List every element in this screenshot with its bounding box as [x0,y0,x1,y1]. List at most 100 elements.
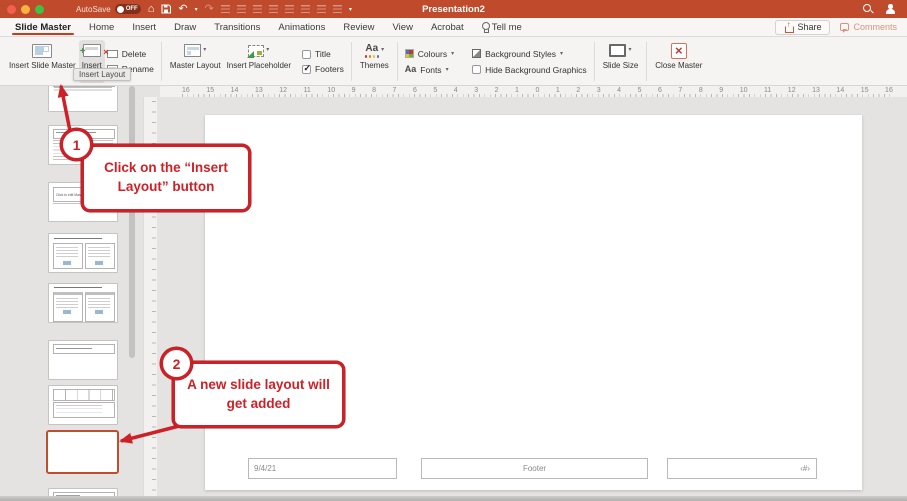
themes-icon: Aa [365,44,380,58]
master-layout-icon [184,44,201,57]
slide-layout-thumbnail-7[interactable] [48,385,118,425]
slide-layout-thumbnail-8-selected[interactable] [46,430,119,474]
insert-slide-master-icon [32,44,52,58]
autosave-state: OFF [126,6,138,12]
delete-button[interactable]: Delete [105,48,156,60]
background-styles-icon [472,49,481,58]
date-placeholder[interactable]: 9/4/21 [248,458,397,479]
date-placeholder-text: 9/4/21 [254,464,276,473]
menu-tabs: Slide Master Home Insert Draw Transitions Ani… [0,18,531,36]
themes-label: Themes [360,61,389,70]
step1-callout: Click on the “Insert Layout” button [81,144,251,212]
share-label: Share [797,22,821,32]
delete-icon [107,50,118,59]
insert-placeholder-label: Insert Placeholder [227,61,291,70]
tab-label: Acrobat [431,22,464,33]
slide-layout-thumbnail-5[interactable] [48,283,118,323]
tab-label: Insert [132,22,156,33]
toolbar-overflow-icon[interactable]: ▾ [349,6,352,13]
slide-layout-thumbnail-6[interactable] [48,340,118,380]
title-checkbox[interactable]: Title [300,48,346,60]
tab-draw[interactable]: Draw [165,18,205,36]
home-icon[interactable]: ⌂ [148,4,155,15]
slide-layout-thumbnail-1[interactable]: Click to edit Master title style [48,86,118,112]
insert-layout-tooltip: Insert Layout [73,68,131,81]
format-icon-7 [317,5,326,14]
slide-layout-thumbnail-9[interactable] [48,488,118,496]
format-icon-5 [285,5,294,14]
tab-label: Transitions [214,22,260,33]
tab-label: Home [89,22,114,33]
colours-button[interactable]: Colours ▾ [403,48,456,60]
horizontal-ruler: 1615141312111098765432101234567891011121… [160,86,907,97]
insert-slide-master-button[interactable]: Insert Slide Master [6,40,79,83]
comments-button[interactable]: Comments [840,22,897,32]
slide-size-label: Slide Size [603,61,639,70]
format-icon-4 [269,5,278,14]
share-button[interactable]: Share [775,20,830,35]
tab-slide-master[interactable]: Slide Master [6,18,80,36]
tab-tell-me[interactable]: Tell me [473,18,531,36]
minimize-window-button[interactable] [21,5,30,14]
tell-me-bulb-icon [482,22,489,32]
tab-insert[interactable]: Insert [123,18,165,36]
fonts-button[interactable]: Aa Fonts ▾ [403,64,456,76]
autosave-toggle[interactable]: AutoSave OFF [76,4,141,14]
tab-home[interactable]: Home [80,18,123,36]
format-icon-3 [253,5,262,14]
save-icon[interactable] [161,4,171,14]
search-icon[interactable] [863,4,873,14]
master-layout-button[interactable]: ▾ Master Layout [167,40,224,83]
undo-dropdown-icon[interactable]: ▾ [195,6,198,13]
colours-icon [405,49,414,58]
footer-placeholder[interactable]: Footer [421,458,648,479]
undo-icon[interactable]: ↶ [178,4,187,15]
redo-icon[interactable]: ↷ [205,4,214,15]
close-master-button[interactable]: × Close Master [652,40,705,83]
tab-view[interactable]: View [384,18,422,36]
comments-icon [840,23,849,31]
sidebar-scrollbar-thumb[interactable] [129,86,135,358]
footers-checkbox[interactable]: Footers [300,63,346,75]
slide-layout-thumbnail-4[interactable] [48,233,118,273]
fullscreen-window-button[interactable] [35,5,44,14]
themes-button[interactable]: Aa▾ Themes [357,40,392,83]
status-bar-edge [0,496,907,501]
fonts-icon: Aa [405,65,417,74]
tab-acrobat[interactable]: Acrobat [422,18,473,36]
share-icon [784,23,793,32]
step1-number-badge: 1 [60,128,93,161]
hide-background-graphics-label: Hide Background Graphics [485,65,587,75]
close-master-label: Close Master [655,61,702,70]
step2-number-badge: 2 [160,347,193,380]
insert-layout-icon [83,44,101,57]
close-window-button[interactable] [7,5,16,14]
insert-placeholder-icon [248,45,264,57]
quick-access-toolbar: AutoSave OFF ⌂ ↶ ▾ ↷ ▾ [76,4,352,15]
title-checkbox-label: Title [315,49,331,59]
tab-label: Draw [174,22,196,33]
hide-background-graphics-checkbox[interactable]: Hide Background Graphics [470,64,589,76]
tab-transitions[interactable]: Transitions [205,18,269,36]
background-styles-button[interactable]: Background Styles ▾ [470,48,589,60]
slide-size-button[interactable]: ▾ Slide Size [600,40,642,83]
tab-review[interactable]: Review [334,18,383,36]
format-icon-8 [333,5,342,14]
slide-number-placeholder[interactable]: ‹#› [667,458,817,479]
slide-master-ribbon: Insert Slide Master InsertLay Delete Ren… [0,37,907,86]
format-icon-6 [301,5,310,14]
tab-animations[interactable]: Animations [269,18,334,36]
close-master-icon: × [671,43,687,59]
master-layout-label: Master Layout [170,61,221,70]
insert-slide-master-label: Insert Slide Master [9,61,76,70]
tab-label: Animations [278,22,325,33]
account-icon[interactable] [885,4,895,14]
background-styles-label: Background Styles [485,49,556,59]
slide-editing-surface[interactable]: 9/4/21 Footer ‹#› [205,115,862,490]
footers-checkbox-label: Footers [315,64,344,74]
delete-label: Delete [122,49,147,59]
format-icon-1 [221,5,230,14]
powerpoint-window: AutoSave OFF ⌂ ↶ ▾ ↷ ▾ Presentation2 [0,0,907,501]
window-controls [0,5,52,14]
insert-placeholder-button[interactable]: ▾ Insert Placeholder [224,40,294,83]
